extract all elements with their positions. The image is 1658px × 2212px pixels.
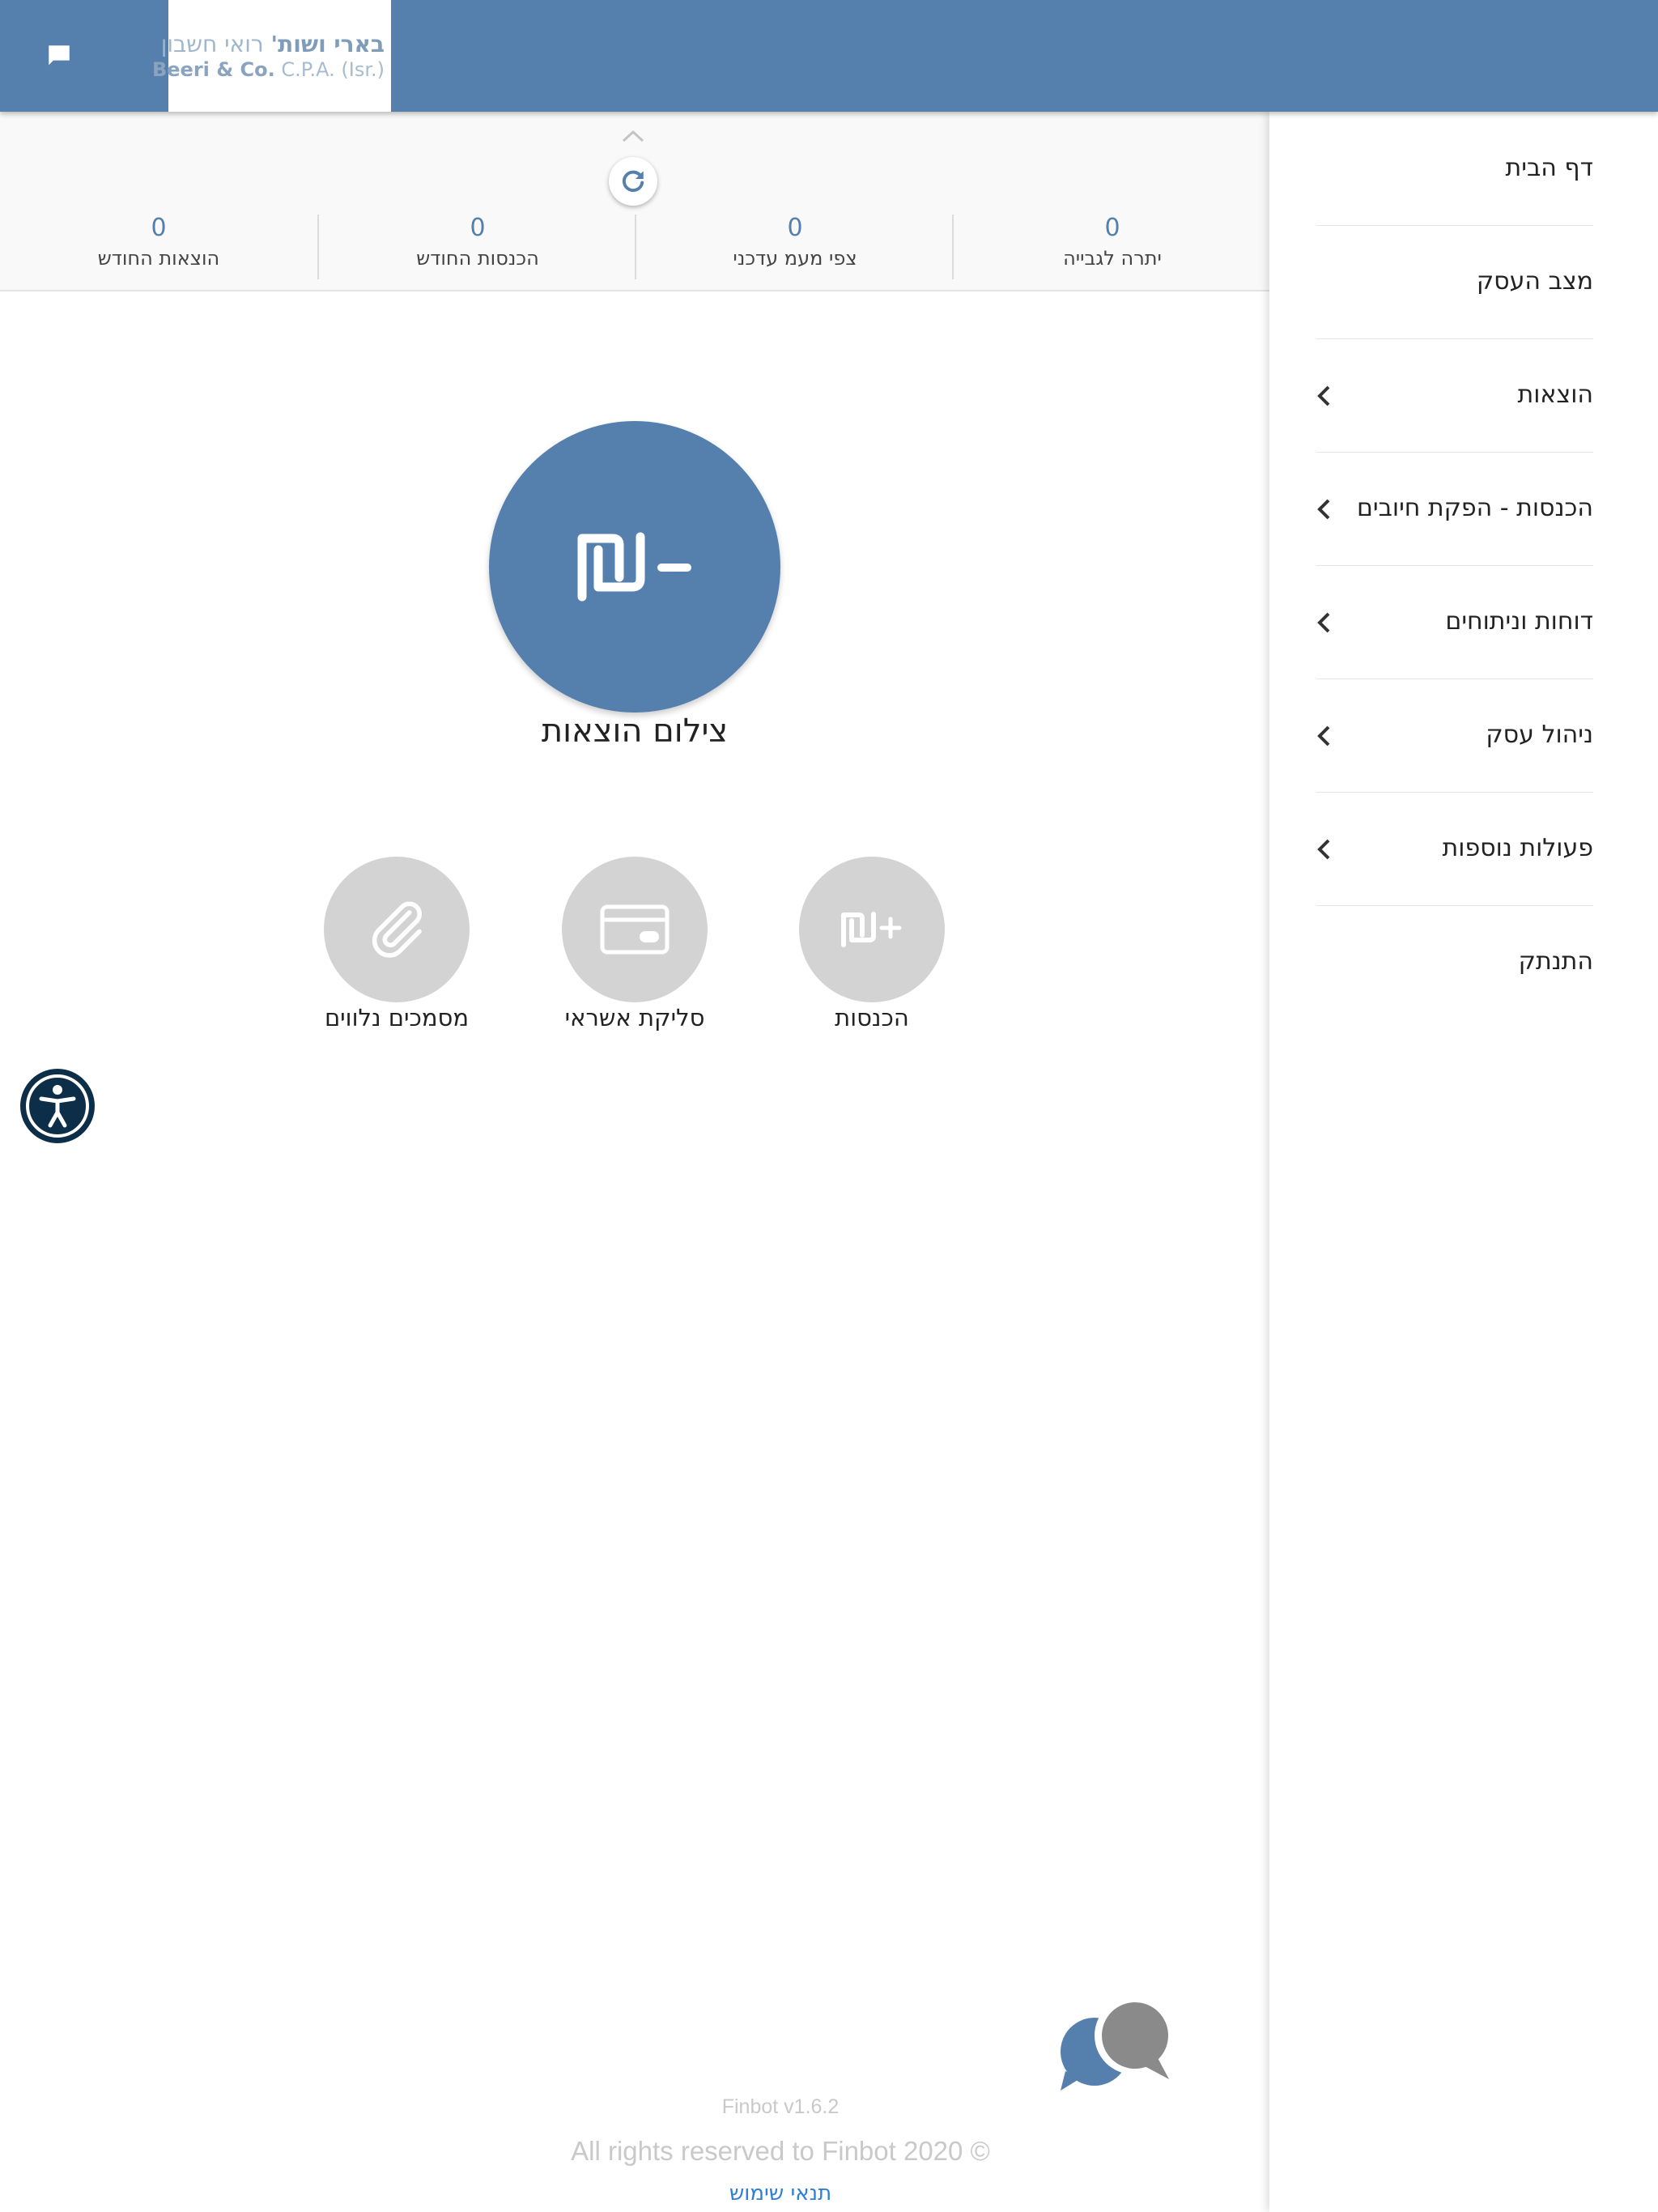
sidebar-item-home[interactable]: דף הבית [1316, 112, 1593, 226]
income-button[interactable] [799, 857, 945, 1002]
chevron-left-icon [1317, 385, 1330, 406]
sidebar-item-business-management[interactable]: ניהול עסק [1316, 678, 1593, 793]
chat-button[interactable] [39, 36, 79, 76]
chevron-left-icon [1317, 839, 1330, 860]
sidebar-item-business-status[interactable]: מצב העסק [1316, 225, 1593, 339]
logo-english-text: Beeri & Co. C.P.A. (Isr.) [152, 58, 385, 81]
chevron-left-icon [1317, 612, 1330, 633]
sidebar-item-label: התנתק [1518, 947, 1593, 976]
company-logo: בארי ושות' רואי חשבון Beeri & Co. C.P.A.… [152, 0, 391, 112]
sidebar-item-label: דוחות וניתוחים [1445, 607, 1593, 636]
attachments-label: מסמכים נלווים [324, 1004, 470, 1032]
sidebar-item-label: מצב העסק [1476, 267, 1593, 296]
stat-value: 0 [787, 214, 803, 242]
sidebar-item-more-actions[interactable]: פעולות נוספות [1316, 792, 1593, 906]
capture-expenses-label: צילום הוצאות [541, 713, 729, 750]
logo-english-title: C.P.A. (Isr.) [281, 58, 385, 81]
stat-monthly-income: 0 הכנסות החודש [317, 215, 636, 279]
sidebar-item-label: הכנסות - הפקת חיובים [1356, 494, 1593, 522]
chat-bubbles-icon [1061, 1997, 1172, 2091]
stat-vat-forecast: 0 צפי מעמ עדכני [635, 215, 954, 279]
shekel-plus-icon [841, 912, 902, 947]
logo-english-name: Beeri & Co. [151, 58, 275, 81]
collapse-chevron-icon[interactable] [617, 126, 649, 146]
refresh-button[interactable] [609, 157, 657, 206]
sidebar-item-reports[interactable]: דוחות וניתוחים [1316, 565, 1593, 679]
accessibility-icon [26, 1074, 89, 1138]
accessibility-button[interactable] [20, 1069, 95, 1143]
sidebar-item-expenses[interactable]: הוצאות [1316, 338, 1593, 453]
sidebar-item-label: פעולות נוספות [1442, 834, 1593, 862]
shekel-minus-icon [577, 532, 691, 602]
chevron-left-icon [1317, 499, 1330, 520]
stat-balance-to-collect: 0 יתרה לגבייה [952, 215, 1271, 279]
sidebar-item-logout[interactable]: התנתק [1316, 905, 1593, 1019]
credit-clearing-button[interactable] [562, 857, 708, 1002]
terms-of-use-link[interactable]: תנאי שימוש [635, 2181, 926, 2206]
stat-label: יתרה לגבייה [1063, 247, 1162, 270]
version-text: Finbot v1.6.2 [721, 2095, 840, 2118]
paperclip-icon [372, 901, 422, 958]
sidebar-item-income-billing[interactable]: הכנסות - הפקת חיובים [1316, 452, 1593, 566]
stat-value: 0 [1104, 214, 1120, 242]
chevron-left-icon [1317, 725, 1330, 747]
sidebar: דף הבית מצב העסק הוצאות הכנסות - הפקת חי… [1269, 112, 1658, 2212]
logo-hebrew-name: בארי ושות' [270, 31, 385, 57]
capture-expenses-button[interactable] [489, 421, 780, 713]
stat-label: צפי מעמ עדכני [733, 247, 857, 270]
stats-panel: 0 הוצאות החודש 0 הכנסות החודש 0 צפי מעמ … [0, 112, 1269, 291]
income-label: הכנסות [835, 1004, 909, 1032]
refresh-icon [622, 170, 644, 193]
chat-icon [49, 45, 70, 66]
sidebar-item-label: הוצאות [1517, 381, 1593, 409]
support-chat-button[interactable] [1057, 1997, 1174, 2092]
logo-hebrew-text: בארי ושות' רואי חשבון [161, 31, 385, 57]
stat-label: הוצאות החודש [97, 247, 220, 270]
stat-value: 0 [470, 214, 486, 242]
stat-label: הכנסות החודש [416, 247, 539, 270]
credit-card-icon [600, 904, 670, 955]
stat-value: 0 [151, 214, 167, 242]
credit-clearing-label: סליקת אשראי [564, 1004, 705, 1032]
top-bar: בארי ושות' רואי חשבון Beeri & Co. C.P.A.… [0, 0, 1658, 112]
logo-hebrew-title: רואי חשבון [160, 31, 264, 57]
copyright-text: All rights reserved to Finbot 2020 © [571, 2136, 990, 2166]
stat-monthly-expenses: 0 הוצאות החודש [0, 215, 317, 279]
sidebar-item-label: ניהול עסק [1486, 721, 1593, 749]
attachments-button[interactable] [324, 857, 470, 1002]
sidebar-item-label: דף הבית [1505, 154, 1593, 182]
